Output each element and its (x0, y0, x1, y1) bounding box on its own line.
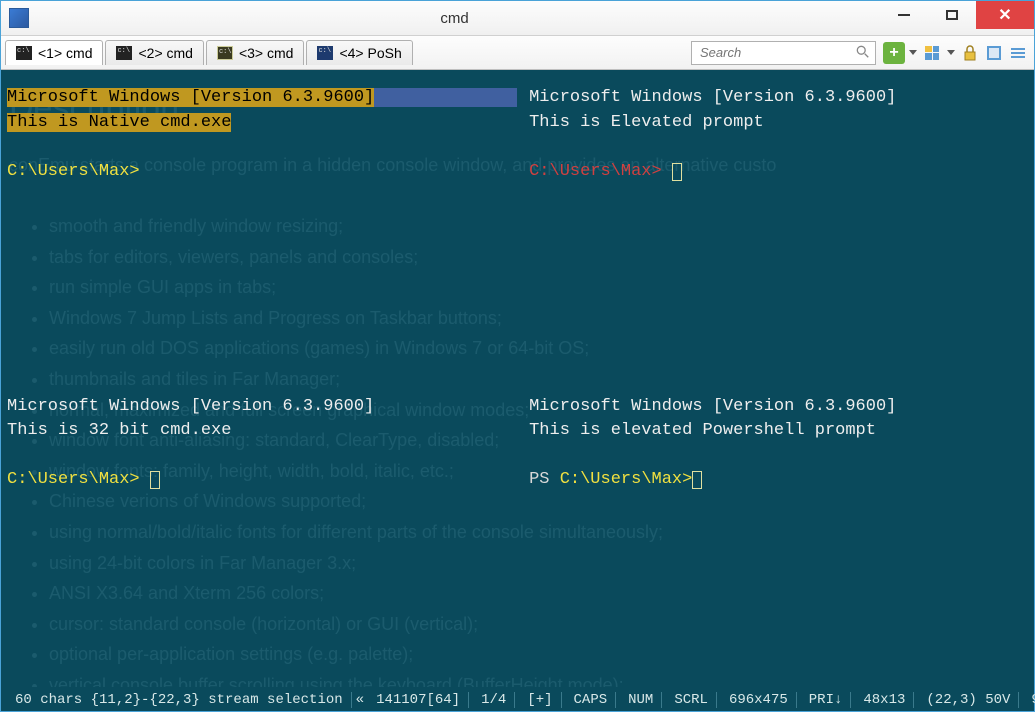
pane-top-left[interactable]: Microsoft Windows [Version 6.3.9600] Thi… (1, 70, 523, 379)
new-console-dropdown[interactable] (909, 50, 917, 55)
tab-label: <1> cmd (38, 45, 92, 61)
cmd-icon (116, 46, 132, 60)
search-input[interactable] (691, 41, 876, 65)
menu-button[interactable] (1007, 42, 1029, 64)
status-size: 696x475 (721, 692, 797, 708)
status-pane-num: 1/4 (473, 692, 515, 708)
new-console-button[interactable]: + (883, 42, 905, 64)
status-bar: 60 chars {11,2}-{22,3} stream selection … (1, 687, 1034, 711)
app-window: cmd ✕ <1> cmd <2> cmd <3> cmd <4> PoSh (0, 0, 1035, 712)
powershell-icon (317, 46, 333, 60)
status-scrl: SCRL (666, 692, 717, 708)
status-plus[interactable]: [+] (519, 692, 561, 708)
tab-1[interactable]: <1> cmd (5, 40, 103, 65)
pane-top-right[interactable]: Microsoft Windows [Version 6.3.9600] Thi… (523, 70, 1034, 379)
window-controls: ✕ (880, 1, 1034, 35)
tab-3[interactable]: <3> cmd (206, 40, 304, 65)
search-wrap (691, 41, 876, 65)
lock-button[interactable] (959, 42, 981, 64)
close-button[interactable]: ✕ (976, 1, 1034, 29)
tab-bar: <1> cmd <2> cmd <3> cmd <4> PoSh + (1, 36, 1034, 70)
status-selection: 60 chars {11,2}-{22,3} stream selection (7, 692, 352, 708)
split-panes: Microsoft Windows [Version 6.3.9600] Thi… (1, 70, 1034, 687)
tab-4[interactable]: <4> PoSh (306, 40, 412, 65)
window-title: cmd (29, 10, 880, 27)
minimize-button[interactable] (880, 1, 928, 29)
terminal-area: Description conEmu starts a console prog… (1, 70, 1034, 687)
status-num: NUM (620, 692, 662, 708)
status-cursor: (22,3) 50V (918, 692, 1019, 708)
titlebar: cmd ✕ (1, 1, 1034, 36)
app-icon (9, 8, 29, 28)
status-build: 141107[64] (368, 692, 469, 708)
tab-2[interactable]: <2> cmd (105, 40, 203, 65)
maximize-pane-button[interactable] (983, 42, 1005, 64)
tab-label: <4> PoSh (339, 45, 401, 61)
pane-bottom-right[interactable]: Microsoft Windows [Version 6.3.9600] Thi… (523, 379, 1034, 688)
status-cell: 48x13 (855, 692, 914, 708)
status-pri: PRI↓ (801, 692, 852, 708)
status-zoom: 90% (1023, 692, 1035, 708)
split-button[interactable] (921, 42, 943, 64)
pane-bottom-left[interactable]: Microsoft Windows [Version 6.3.9600] Thi… (1, 379, 523, 688)
search-icon (856, 45, 870, 59)
split-dropdown[interactable] (947, 50, 955, 55)
tab-label: <2> cmd (138, 45, 192, 61)
cmd-admin-icon (217, 46, 233, 60)
cmd-icon (16, 46, 32, 60)
maximize-button[interactable] (928, 1, 976, 29)
tab-label: <3> cmd (239, 45, 293, 61)
status-caps: CAPS (566, 692, 617, 708)
